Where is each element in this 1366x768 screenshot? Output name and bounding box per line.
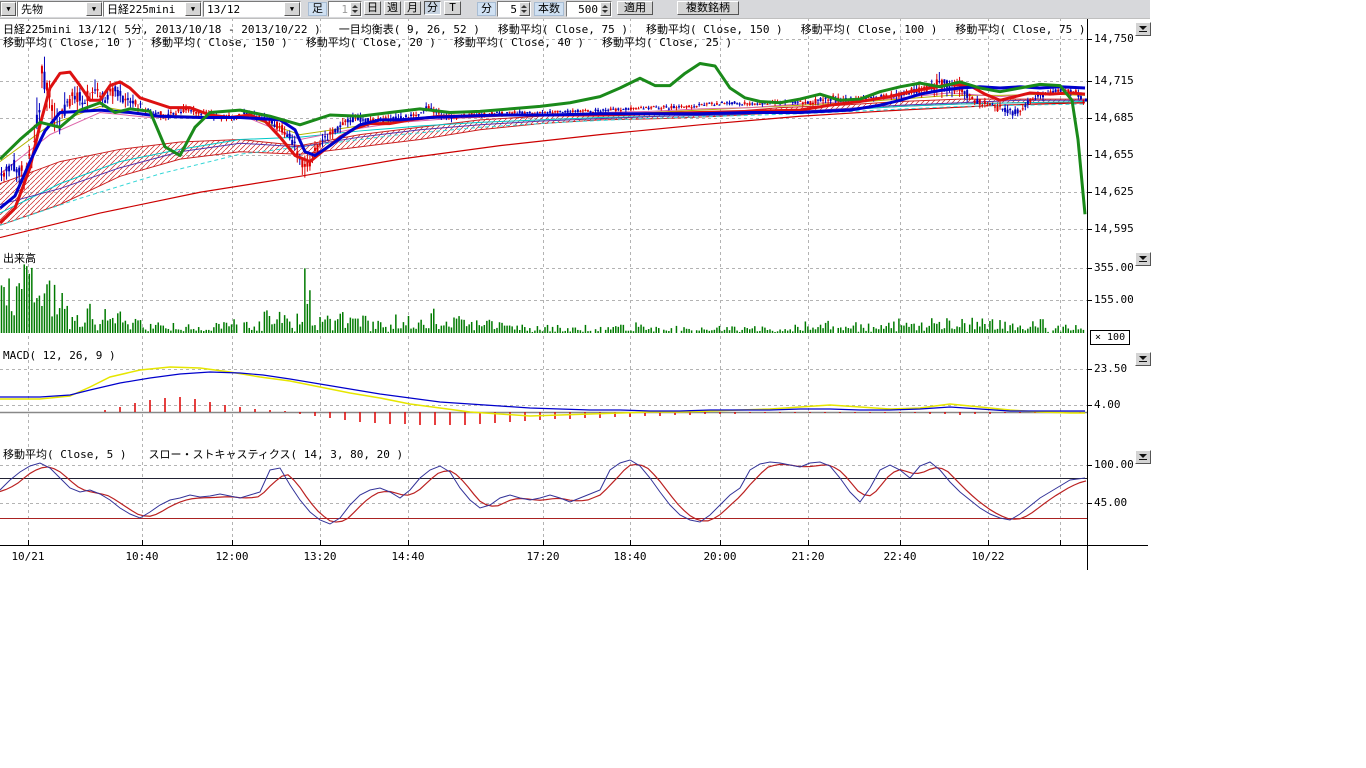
time-tick-label: 12:00 [210,550,254,563]
chevron-down-icon[interactable]: ▼ [86,2,102,16]
bar-count-spinner[interactable]: 500 [566,1,612,17]
chart-canvas[interactable] [0,0,1366,768]
time-tick-label: 20:00 [698,550,742,563]
market-combo[interactable]: 先物 ▼ [17,1,103,17]
toolbar: ▼ 先物 ▼ 日経225mini ▼ 13/12 ▼ 足 1 日週月分T 分 5… [0,0,1150,19]
time-tick-label: 21:20 [786,550,830,563]
stoch-pane-label: 移動平均( Close, 5 ) スロー・ストキャスティクス( 14, 3, 80… [3,446,425,462]
chart-application: ▼ 先物 ▼ 日経225mini ▼ 13/12 ▼ 足 1 日週月分T 分 5… [0,0,1366,768]
legend-item: 移動平均( Close, 10 ) [3,36,133,49]
chevron-down-icon[interactable]: ▼ [284,2,300,16]
axis-tick-label: 14,595 [1094,222,1146,235]
dropdown-icon [1139,26,1147,30]
volume-pane-menu-button[interactable] [1135,252,1151,266]
spinner-buttons-icon[interactable] [600,2,611,16]
time-tick-label: 14:40 [386,550,430,563]
time-tick-label: 18:40 [608,550,652,563]
contract-combo-value: 13/12 [204,3,284,16]
market-combo-value: 先物 [18,3,86,16]
dropdown-icon [1139,356,1147,360]
volume-pane-label: 出来高 [3,250,36,266]
price-legend-line2: 移動平均( Close, 10 ) 移動平均( Close, 150 ) 移動平均(… [3,34,750,50]
minute-spinner[interactable]: 5 [497,1,531,17]
symbol-combo-value: 日経225mini [104,3,185,16]
contract-combo[interactable]: 13/12 ▼ [203,1,301,17]
dropdown-icon-underline [1139,31,1147,32]
axis-tick-label: 45.00 [1094,496,1146,509]
legend-item: 移動平均( Close, 150 ) [151,36,288,49]
period-button-週[interactable]: 週 [384,1,401,15]
time-tick-label: 10:40 [120,550,164,563]
stoch-indicator-label: スロー・ストキャスティクス( 14, 3, 80, 20 ) [148,448,403,461]
axis-tick-label: 14,625 [1094,185,1146,198]
minute-label: 分 [477,2,496,16]
period-button-分[interactable]: 分 [424,1,441,15]
dropdown-icon-underline [1139,459,1147,460]
time-tick-label: 13:20 [298,550,342,563]
minute-value: 5 [498,3,519,16]
legend-item: 移動平均( Close, 100 ) [801,23,938,36]
legend-item: 移動平均( Close, 25 ) [602,36,732,49]
stoch-pane-menu-button[interactable] [1135,450,1151,464]
axis-tick-label: 14,655 [1094,148,1146,161]
time-tick-label: 10/22 [966,550,1010,563]
legend-item: 移動平均( Close, 75 ) [955,23,1085,36]
dropdown-icon-underline [1139,261,1147,262]
axis-tick-label: 14,685 [1094,111,1146,124]
period-button-T[interactable]: T [444,1,461,15]
bar-count-value: 500 [567,3,600,16]
legend-item: 移動平均( Close, 40 ) [454,36,584,49]
axis-tick-label: 4.00 [1094,398,1146,411]
spinner-buttons-icon[interactable] [519,2,530,16]
legend-item: 移動平均( Close, 20 ) [306,36,436,49]
time-tick-label: 17:20 [521,550,565,563]
macd-pane-menu-button[interactable] [1135,352,1151,366]
time-tick-label: 10/21 [6,550,50,563]
axis-tick-label: 155.00 [1094,293,1146,306]
volume-multiplier-badge: × 100 [1090,330,1130,345]
axis-tick-label: 14,715 [1094,74,1146,87]
apply-button[interactable]: 適用 [617,1,653,15]
time-tick-label: 22:40 [878,550,922,563]
multi-symbol-button[interactable]: 複数銘柄 [677,1,739,15]
bar-interval-value: 1 [329,3,350,16]
dropdown-icon [1139,256,1147,260]
price-pane-menu-button[interactable] [1135,22,1151,36]
hidden-combo[interactable]: ▼ [0,1,17,17]
bar-interval-spinner[interactable]: 1 [328,1,362,17]
macd-pane-label: MACD( 12, 26, 9 ) [3,349,116,362]
dropdown-icon [1139,454,1147,458]
stoch-ma-label: 移動平均( Close, 5 ) [3,448,126,461]
dropdown-icon-underline [1139,361,1147,362]
bar-count-label: 本数 [534,2,564,16]
spinner-buttons-icon[interactable] [350,2,361,16]
chevron-down-icon[interactable]: ▼ [185,2,201,16]
period-button-日[interactable]: 日 [364,1,381,15]
bar-type-label: 足 [308,2,327,16]
chevron-down-icon[interactable]: ▼ [1,2,16,16]
period-button-月[interactable]: 月 [404,1,421,15]
symbol-combo[interactable]: 日経225mini ▼ [103,1,202,17]
